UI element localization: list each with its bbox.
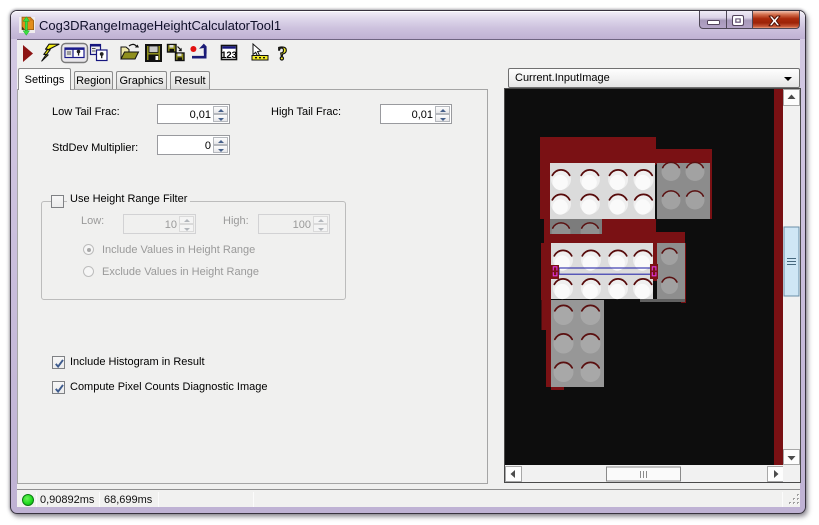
svg-text:?: ? [278,43,288,65]
svg-text:123: 123 [221,50,237,61]
